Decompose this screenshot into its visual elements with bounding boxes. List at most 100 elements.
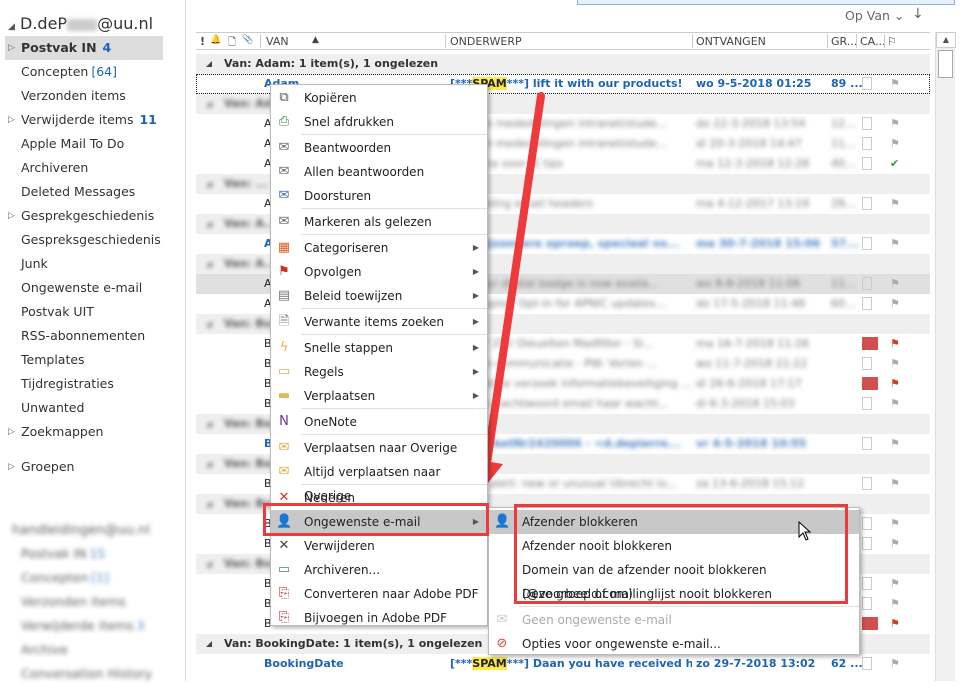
category-box[interactable] bbox=[862, 237, 872, 250]
category-box[interactable] bbox=[862, 157, 872, 170]
group-header[interactable]: ◢ Van: Adam: 1 item(s), 1 ongelezen bbox=[196, 54, 930, 74]
category-box[interactable] bbox=[862, 197, 872, 210]
sort-direction-button[interactable]: ↓ bbox=[912, 6, 924, 22]
message-row[interactable]: BookingDate [***SPAM***] Daan you have re… bbox=[196, 654, 930, 674]
folder-item[interactable]: Archiveren bbox=[5, 156, 163, 180]
column-categories[interactable]: CA... bbox=[860, 35, 886, 48]
menu-item-onenote[interactable]: N OneNote bbox=[271, 410, 487, 434]
menu-item-verwijderen[interactable]: ✕ Verwijderen bbox=[271, 534, 487, 558]
collapse-triangle-icon[interactable]: ◢ bbox=[206, 414, 212, 434]
folder-item[interactable]: RSS-abonnementen bbox=[5, 324, 163, 348]
flag-icon[interactable]: ⚑ bbox=[890, 74, 900, 94]
folder-item[interactable]: Postvak UIT bbox=[5, 300, 163, 324]
category-box[interactable] bbox=[862, 477, 872, 490]
collapse-triangle-icon[interactable]: ◢ bbox=[206, 94, 212, 114]
flag-icon[interactable]: ⚑ bbox=[890, 354, 900, 374]
menu-item-categoriseren[interactable]: ▦ Categoriseren ▶ bbox=[271, 236, 487, 260]
flag-icon[interactable]: ⚑ bbox=[890, 514, 900, 534]
menu-item-converteren-naar-adobe-pdf[interactable]: ⎘ Converteren naar Adobe PDF bbox=[271, 582, 487, 606]
folder-item[interactable]: Apple Mail To Do bbox=[5, 132, 163, 156]
flag-icon[interactable]: ⚑ bbox=[890, 234, 900, 254]
menu-item-verwante-items-zoeken[interactable]: 🗎 Verwante items zoeken ▶ bbox=[271, 310, 487, 334]
folder-item[interactable]: ▷ Zoekmappen bbox=[5, 420, 163, 444]
menu-item-markeren-als-gelezen[interactable]: ✉ Markeren als gelezen bbox=[271, 210, 487, 234]
category-box[interactable] bbox=[862, 437, 872, 450]
column-size[interactable]: GR... bbox=[831, 35, 857, 48]
expand-icon[interactable]: ▷ bbox=[8, 108, 15, 132]
category-box[interactable] bbox=[862, 597, 872, 610]
scroll-up-button[interactable]: ▲ bbox=[936, 32, 956, 48]
account-header[interactable]: ◢ D.deP @uu.nl bbox=[8, 14, 153, 33]
category-box[interactable] bbox=[862, 77, 872, 90]
column-flag[interactable]: ⚐ bbox=[887, 35, 897, 48]
column-importance[interactable]: ! bbox=[200, 35, 205, 48]
menu-item-doorsturen[interactable]: ✉ Doorsturen bbox=[271, 184, 487, 208]
category-box[interactable] bbox=[862, 537, 872, 550]
folder-item[interactable]: Verzonden items bbox=[5, 84, 163, 108]
category-box[interactable] bbox=[862, 377, 878, 390]
column-subject[interactable]: ONDERWERP bbox=[450, 35, 522, 48]
column-reminder[interactable]: 🔔 bbox=[210, 35, 221, 45]
flag-icon[interactable]: ⚑ bbox=[890, 574, 900, 594]
menu-item-altijd-verplaatsen-naar-overige[interactable]: ✉ Altijd verplaatsen naar Overige bbox=[271, 460, 487, 503]
folder-item[interactable]: Tijdregistraties bbox=[5, 372, 163, 396]
folder-item[interactable]: ▷ Gesprekgeschiedenis bbox=[5, 204, 163, 228]
category-box[interactable] bbox=[862, 137, 872, 150]
search-box[interactable] bbox=[577, 0, 955, 5]
folder-item[interactable]: Junk bbox=[5, 252, 163, 276]
folder-item[interactable]: Concepten [64] bbox=[5, 60, 163, 84]
menu-item-beantwoorden[interactable]: ✉ Beantwoorden bbox=[271, 136, 487, 160]
category-box[interactable] bbox=[862, 297, 872, 310]
category-box[interactable] bbox=[862, 577, 872, 590]
vertical-scrollbar[interactable]: ▲ bbox=[935, 32, 956, 681]
completed-check-icon[interactable]: ✔ bbox=[890, 154, 899, 174]
collapse-triangle-icon[interactable]: ◢ bbox=[8, 22, 15, 32]
folder-item[interactable]: Conversation History bbox=[5, 662, 163, 686]
folder-item[interactable]: ▷ Postvak IN 4 bbox=[5, 36, 163, 60]
menu-item-snelle-stappen[interactable]: ϟ Snelle stappen ▶ bbox=[271, 336, 487, 360]
menu-item-snel-afdrukken[interactable]: ⎙ Snel afdrukken bbox=[271, 110, 487, 134]
folder-item[interactable]: ▷ Verwijderde items 11 bbox=[5, 108, 163, 132]
collapse-triangle-icon[interactable]: ◢ bbox=[206, 634, 212, 654]
collapse-triangle-icon[interactable]: ◢ bbox=[206, 554, 212, 574]
menu-item-kopi-ren[interactable]: ⧉ Kopiëren bbox=[271, 86, 487, 110]
flag-icon[interactable]: ⚑ bbox=[890, 374, 900, 394]
flag-icon[interactable]: ⚑ bbox=[890, 474, 900, 494]
folder-item[interactable]: Templates bbox=[5, 348, 163, 372]
expand-icon[interactable]: ▷ bbox=[8, 455, 15, 479]
flag-icon[interactable]: ⚑ bbox=[890, 654, 900, 674]
category-box[interactable] bbox=[862, 617, 878, 630]
collapse-triangle-icon[interactable]: ◢ bbox=[206, 494, 212, 514]
column-received[interactable]: ONTVANGEN bbox=[696, 35, 766, 48]
flag-icon[interactable]: ⚑ bbox=[890, 194, 900, 214]
folder-item[interactable]: Verzonden items bbox=[5, 590, 163, 614]
flag-icon[interactable]: ⚑ bbox=[890, 294, 900, 314]
folder-groepen[interactable]: ▷ Groepen bbox=[5, 455, 163, 479]
folder-item[interactable]: Deleted Messages bbox=[5, 180, 163, 204]
menu-item-bijvoegen-in-adobe-pdf[interactable]: ⎘ Bijvoegen in Adobe PDF bbox=[271, 606, 487, 630]
menu-item-archiveren[interactable]: ▭ Archiveren... bbox=[271, 558, 487, 582]
column-from[interactable]: VAN bbox=[266, 35, 289, 48]
flag-icon[interactable]: ⚑ bbox=[890, 334, 900, 354]
second-account-header[interactable]: handleidingen@uu.nl bbox=[8, 519, 166, 543]
menu-item-opvolgen[interactable]: ⚑ Opvolgen ▶ bbox=[271, 260, 487, 284]
category-box[interactable] bbox=[862, 337, 878, 350]
category-box[interactable] bbox=[862, 357, 872, 370]
category-box[interactable] bbox=[862, 277, 872, 290]
menu-item-beleid-toewijzen[interactable]: ▤ Beleid toewijzen ▶ bbox=[271, 284, 487, 308]
column-icon[interactable]: 🗋 bbox=[228, 35, 236, 52]
flag-icon[interactable]: ⚑ bbox=[890, 614, 900, 634]
collapse-triangle-icon[interactable]: ◢ bbox=[206, 54, 212, 74]
collapse-triangle-icon[interactable]: ◢ bbox=[206, 454, 212, 474]
expand-icon[interactable]: ▷ bbox=[8, 420, 15, 444]
expand-icon[interactable]: ▷ bbox=[8, 204, 15, 228]
flag-icon[interactable]: ⚑ bbox=[890, 434, 900, 454]
folder-item[interactable]: Unwanted bbox=[5, 396, 163, 420]
flag-icon[interactable]: ⚑ bbox=[890, 114, 900, 134]
column-attachment[interactable]: 📎 bbox=[242, 35, 253, 45]
flag-icon[interactable]: ⚑ bbox=[890, 394, 900, 414]
collapse-triangle-icon[interactable]: ◢ bbox=[206, 214, 212, 234]
sort-by-dropdown[interactable]: Op Van ⌄ bbox=[845, 8, 904, 23]
folder-item[interactable]: Gespreksgeschiedenis bbox=[5, 228, 163, 252]
folder-item[interactable]: Archive bbox=[5, 638, 163, 662]
